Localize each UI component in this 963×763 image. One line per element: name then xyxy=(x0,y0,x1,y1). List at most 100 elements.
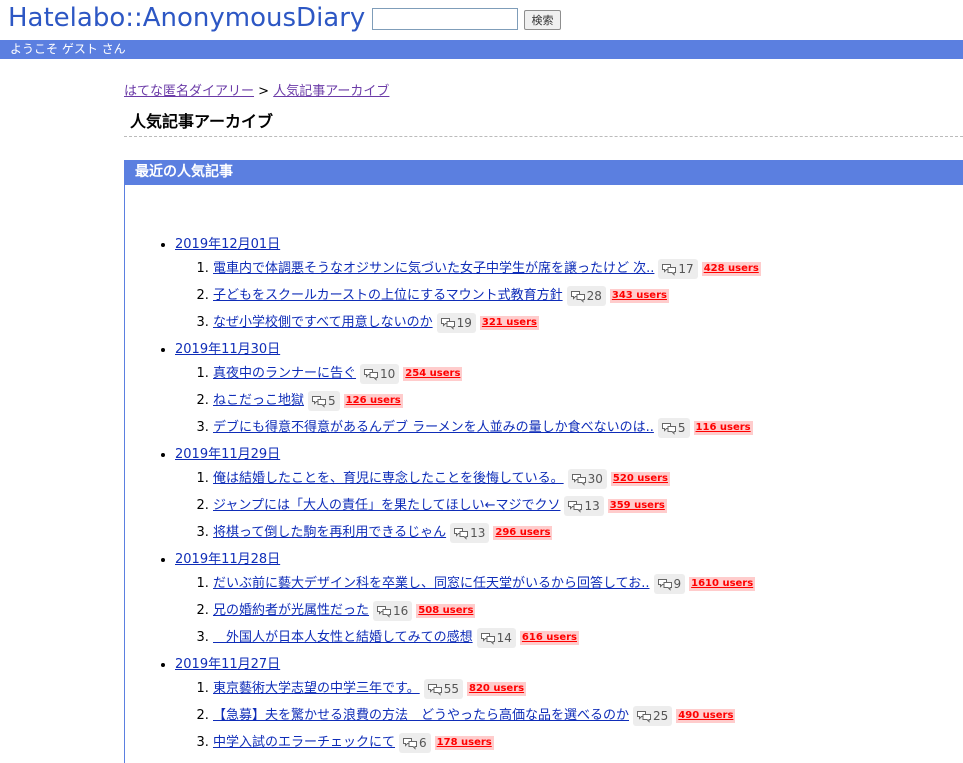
bookmark-users-badge[interactable]: 359 users xyxy=(607,498,667,513)
entry-list: 真夜中のランナーに告ぐ 10 254 users ねこだっこ地獄 5 126 users デ… xyxy=(175,360,957,441)
entry-title-link[interactable]: 兄の婚約者が光属性だった xyxy=(213,603,369,618)
breadcrumb: はてな匿名ダイアリー > 人気記事アーカイブ xyxy=(124,80,389,99)
comment-count-badge[interactable]: 13 xyxy=(564,495,604,516)
entry-item: なぜ小学校側ですべて用意しないのか 19 321 users xyxy=(213,309,957,336)
entry-title-link[interactable]: ねこだっこ地獄 xyxy=(213,393,304,408)
comment-bubbles-icon xyxy=(657,577,674,591)
entry-item: 【急募】夫を驚かせる浪費の方法 どうやったら高価な品を選べるのか 25 490 us… xyxy=(213,702,957,729)
comment-count: 13 xyxy=(584,498,600,513)
bookmark-users-badge[interactable]: 428 users xyxy=(701,261,761,276)
entry-title-link[interactable]: デブにも得意不得意があるんデブ ラーメンを人並みの量しか食べないのは.. xyxy=(213,420,654,435)
comment-count-badge[interactable]: 13 xyxy=(450,522,490,543)
comment-count-badge[interactable]: 16 xyxy=(373,600,413,621)
comment-count-badge[interactable]: 30 xyxy=(567,468,607,489)
entry-item: デブにも得意不得意があるんデブ ラーメンを人並みの量しか食べないのは.. 5 116… xyxy=(213,414,957,441)
bookmark-users-badge[interactable]: 343 users xyxy=(609,288,669,303)
day-link[interactable]: 2019年12月01日 xyxy=(175,237,280,252)
comment-count-badge[interactable]: 19 xyxy=(436,312,476,333)
bookmark-users-badge[interactable]: 126 users xyxy=(343,393,403,408)
comment-bubbles-icon xyxy=(440,316,457,330)
entry-item: ジャンプには「大人の責任」を果たしてほしい←マジでクソ 13 359 users xyxy=(213,492,957,519)
comment-bubbles-icon xyxy=(453,526,470,540)
entry-item: 兄の婚約者が光属性だった 16 508 users xyxy=(213,597,957,624)
day-link[interactable]: 2019年11月27日 xyxy=(175,657,280,672)
entry-title-link[interactable]: 俺は結婚したことを、育児に専念したことを後悔している。 xyxy=(213,471,564,486)
comment-count-badge[interactable]: 5 xyxy=(657,417,690,438)
entry-item: だいぶ前に藝大デザイン科を卒業し、同窓に任天堂がいるから回答してお.. 9 1610… xyxy=(213,570,957,597)
comment-count: 30 xyxy=(587,471,603,486)
day-link[interactable]: 2019年11月30日 xyxy=(175,342,280,357)
day-group: 2019年11月28日だいぶ前に藝大デザイン科を卒業し、同窓に任天堂がいるから回… xyxy=(175,550,957,651)
comment-count-badge[interactable]: 5 xyxy=(308,390,340,411)
bookmark-users-badge[interactable]: 321 users xyxy=(479,315,539,330)
bookmark-users-badge[interactable]: 616 users xyxy=(519,630,579,645)
site-logo[interactable]: Hatelabo::AnonymousDiary xyxy=(8,3,365,33)
entry-list: 電車内で体調悪そうなオジサンに気づいた女子中学生が席を譲ったけど 次.. 17 42… xyxy=(175,255,957,336)
bookmark-users-badge[interactable]: 1610 users xyxy=(689,576,756,591)
page-title: 人気記事アーカイブ xyxy=(130,112,274,131)
comment-bubbles-icon xyxy=(570,289,587,303)
comment-bubbles-icon xyxy=(363,367,380,381)
comment-count-badge[interactable]: 14 xyxy=(476,627,516,648)
comment-count-badge[interactable]: 9 xyxy=(653,573,686,594)
search-button[interactable]: 検索 xyxy=(524,10,561,30)
page-title-block: 人気記事アーカイブ xyxy=(124,106,963,137)
comment-bubbles-icon xyxy=(567,499,584,513)
comment-bubbles-icon xyxy=(571,472,588,486)
search-input[interactable] xyxy=(372,8,518,30)
comment-count-badge[interactable]: 17 xyxy=(658,258,698,279)
entry-item: 中学入試のエラーチェックにて 6 178 users xyxy=(213,729,957,756)
comment-bubbles-icon xyxy=(402,736,419,750)
breadcrumb-home-link[interactable]: はてな匿名ダイアリー xyxy=(124,84,254,99)
entry-title-link[interactable]: だいぶ前に藝大デザイン科を卒業し、同窓に任天堂がいるから回答してお.. xyxy=(213,576,650,591)
bookmark-users-badge[interactable]: 116 users xyxy=(693,420,753,435)
entry-title-link[interactable]: 中学入試のエラーチェックにて xyxy=(213,735,395,750)
entry-title-link[interactable]: 外国人が日本人女性と結婚してみての感想 xyxy=(213,630,473,645)
comment-count-badge[interactable]: 10 xyxy=(360,363,400,384)
bookmark-users-badge[interactable]: 508 users xyxy=(416,603,476,618)
entry-title-link[interactable]: なぜ小学校側ですべて用意しないのか xyxy=(213,315,433,330)
entry-item: 電車内で体調悪そうなオジサンに気づいた女子中学生が席を譲ったけど 次.. 17 42… xyxy=(213,255,957,282)
comment-count: 17 xyxy=(678,261,694,276)
comment-bubbles-icon xyxy=(311,394,328,408)
bookmark-users-badge[interactable]: 520 users xyxy=(610,471,670,486)
entry-item: 子どもをスクールカーストの上位にするマウント式教育方針 28 343 users xyxy=(213,282,957,309)
breadcrumb-current-link[interactable]: 人気記事アーカイブ xyxy=(273,84,389,99)
entry-title-link[interactable]: 電車内で体調悪そうなオジサンに気づいた女子中学生が席を譲ったけど 次.. xyxy=(213,261,654,276)
comment-count: 10 xyxy=(380,366,396,381)
entry-title-link[interactable]: 真夜中のランナーに告ぐ xyxy=(213,366,356,381)
welcome-bar: ようこそ ゲスト さん xyxy=(0,40,963,59)
day-group: 2019年11月30日真夜中のランナーに告ぐ 10 254 users ねこだっこ地獄… xyxy=(175,340,957,441)
bookmark-users-badge[interactable]: 820 users xyxy=(466,681,527,696)
comment-bubbles-icon xyxy=(636,709,653,723)
comment-count-badge[interactable]: 28 xyxy=(566,285,606,306)
entry-title-link[interactable]: ジャンプには「大人の責任」を果たしてほしい←マジでクソ xyxy=(213,498,560,513)
comment-bubbles-icon xyxy=(480,631,497,645)
section-heading: 最近の人気記事 xyxy=(125,160,963,185)
bookmark-users-badge[interactable]: 254 users xyxy=(403,366,463,381)
day-group: 2019年12月01日電車内で体調悪そうなオジサンに気づいた女子中学生が席を譲っ… xyxy=(175,235,957,336)
entry-item: ねこだっこ地獄 5 126 users xyxy=(213,387,957,414)
day-group: 2019年11月27日東京藝術大学志望の中学三年です。 55 820 users 【急… xyxy=(175,655,957,756)
comment-count-badge[interactable]: 25 xyxy=(633,705,673,726)
entry-title-link[interactable]: 子どもをスクールカーストの上位にするマウント式教育方針 xyxy=(213,288,563,303)
bookmark-users-badge[interactable]: 178 users xyxy=(434,735,494,750)
day-group: 2019年11月29日俺は結婚したことを、育児に専念したことを後悔している。 30… xyxy=(175,445,957,546)
bookmark-users-badge[interactable]: 490 users xyxy=(676,708,736,723)
entry-title-link[interactable]: 将棋って倒した駒を再利用できるじゃん xyxy=(213,525,446,540)
day-link[interactable]: 2019年11月29日 xyxy=(175,447,280,462)
comment-count-badge[interactable]: 55 xyxy=(423,678,463,699)
entry-list: 俺は結婚したことを、育児に専念したことを後悔している。 30 520 users ジャ… xyxy=(175,465,957,546)
comment-bubbles-icon xyxy=(661,262,678,276)
entry-title-link[interactable]: 【急募】夫を驚かせる浪費の方法 どうやったら高価な品を選べるのか xyxy=(213,708,629,723)
comment-count: 16 xyxy=(393,603,409,618)
comment-count: 13 xyxy=(470,525,486,540)
comment-count: 19 xyxy=(456,315,472,330)
bookmark-users-badge[interactable]: 296 users xyxy=(493,525,553,540)
comment-count: 9 xyxy=(673,576,682,591)
day-link[interactable]: 2019年11月28日 xyxy=(175,552,280,567)
comment-count: 28 xyxy=(586,288,602,303)
comment-bubbles-icon xyxy=(376,604,393,618)
comment-count-badge[interactable]: 6 xyxy=(399,732,431,753)
entry-title-link[interactable]: 東京藝術大学志望の中学三年です。 xyxy=(213,681,420,696)
